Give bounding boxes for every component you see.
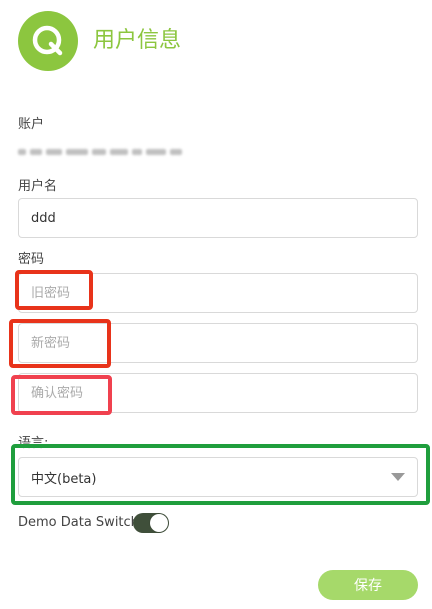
page-title: 用户信息 [93, 28, 182, 53]
app-logo [18, 11, 78, 71]
chevron-down-icon [391, 473, 405, 481]
toggle-knob [150, 514, 168, 532]
account-label: 账户 [18, 117, 45, 132]
account-value-redacted [18, 149, 182, 155]
password-label: 密码 [18, 252, 45, 267]
demo-switch-label: Demo Data Switch: [18, 515, 144, 530]
q-logo-icon [32, 25, 63, 56]
language-selected-value: 中文(beta) [31, 471, 97, 487]
save-button[interactable]: 保存 [318, 570, 418, 600]
username-label: 用户名 [18, 179, 58, 194]
new-password-input[interactable] [18, 323, 418, 363]
username-input[interactable] [18, 198, 418, 238]
old-password-input[interactable] [18, 273, 418, 313]
language-select[interactable]: 中文(beta) [18, 457, 418, 497]
demo-data-toggle[interactable] [133, 513, 169, 533]
confirm-password-input[interactable] [18, 373, 418, 413]
language-label: 语言: [18, 436, 49, 451]
